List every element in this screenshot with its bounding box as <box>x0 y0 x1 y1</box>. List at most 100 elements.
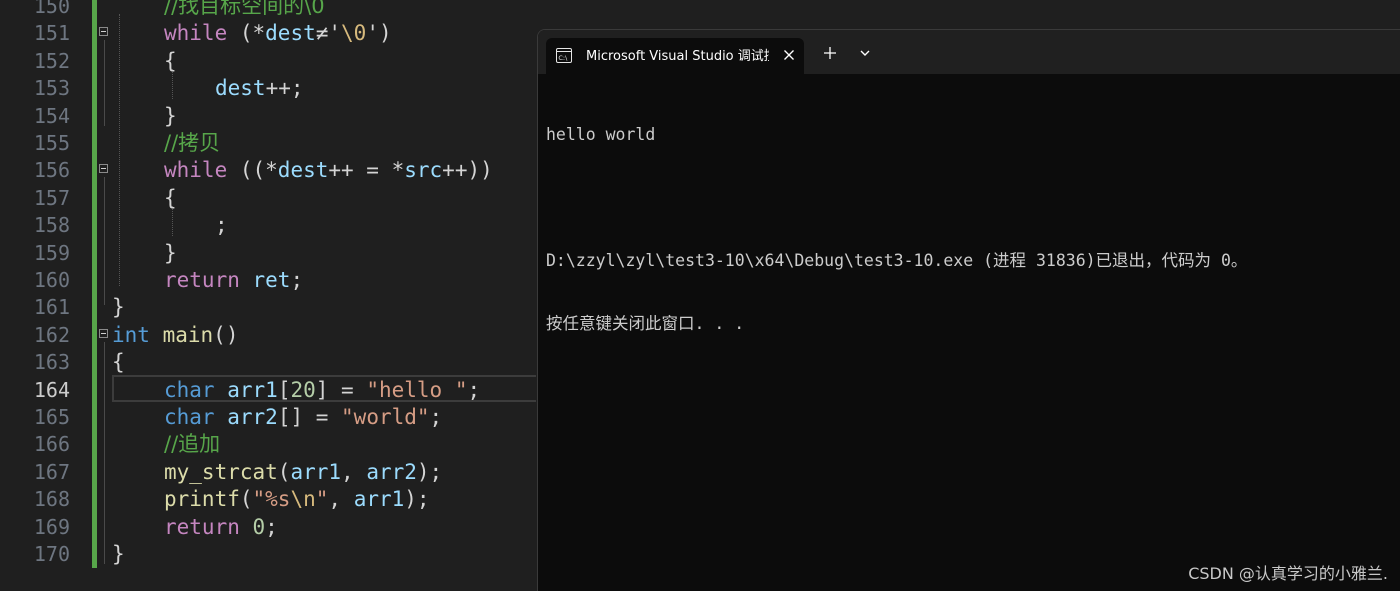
console-app-icon: C:\ <box>556 48 572 63</box>
plus-icon[interactable] <box>822 45 838 61</box>
line-number: 162 <box>33 322 70 347</box>
line-number: 166 <box>33 432 70 457</box>
code-token: ( <box>239 487 253 512</box>
code-token: return <box>164 268 240 292</box>
code-text: char arr1[20] = "hello "; <box>164 377 480 404</box>
code-text: //追加 <box>164 431 220 458</box>
code-token: { <box>164 48 177 73</box>
line-number: 157 <box>33 185 70 210</box>
code-token: ; <box>215 213 228 238</box>
console-titlebar[interactable]: C:\ Microsoft Visual Studio 调试控制台 <box>538 30 1400 74</box>
close-icon[interactable] <box>780 46 798 64</box>
code-token: 0 <box>252 514 266 539</box>
code-token: while <box>164 158 228 183</box>
code-line[interactable]: 150 //找目标空间的\0 <box>0 0 1400 20</box>
line-number: 150 <box>33 0 70 18</box>
code-token: arr2 <box>227 405 278 429</box>
code-token: ); <box>416 459 443 484</box>
code-token: , <box>328 487 354 512</box>
code-token: { <box>112 350 125 375</box>
code-text: printf("%s\n", arr1); <box>164 486 430 513</box>
code-text: { <box>112 349 125 376</box>
csdn-watermark: CSDN @认真学习的小雅兰. <box>1188 564 1388 583</box>
code-token: ; <box>429 405 443 429</box>
code-text: dest++; <box>215 75 304 102</box>
console-tab[interactable]: C:\ Microsoft Visual Studio 调试控制台 <box>546 38 804 74</box>
code-token: arr1 <box>227 377 278 402</box>
code-token: arr1 <box>290 459 342 484</box>
code-text: char arr2[] = "world"; <box>164 404 442 431</box>
code-token: } <box>164 240 177 265</box>
line-number: 152 <box>33 48 70 73</box>
code-text: while ((*dest++ = *src++)) <box>164 157 493 184</box>
code-text: return ret; <box>164 267 303 294</box>
svg-text:C:\: C:\ <box>558 54 568 62</box>
code-token: 20 <box>290 377 316 402</box>
line-number: 158 <box>33 213 70 238</box>
line-number: 164 <box>33 377 70 402</box>
code-text: { <box>164 185 177 212</box>
code-token: //拷贝 <box>164 131 221 155</box>
code-text: } <box>164 103 177 130</box>
line-number: 168 <box>33 487 70 512</box>
code-token: ); <box>404 487 430 512</box>
line-number: 165 <box>33 405 70 429</box>
code-token: \0 <box>341 21 367 46</box>
code-token: ; <box>467 377 481 402</box>
code-token: , <box>341 459 367 484</box>
code-token: ++ = * <box>328 158 405 183</box>
console-tab-title: Microsoft Visual Studio 调试控制台 <box>586 49 769 64</box>
code-text: ; <box>215 212 228 239</box>
line-number: 156 <box>33 158 70 183</box>
code-token: { <box>164 185 177 210</box>
code-token: return <box>164 514 240 539</box>
code-token: ++)) <box>442 158 493 183</box>
code-token: } <box>112 542 125 566</box>
code-token: dest <box>215 76 266 101</box>
code-token: " <box>315 487 329 512</box>
line-number: 163 <box>33 350 70 375</box>
debug-console-window[interactable]: C:\ Microsoft Visual Studio 调试控制台 hello … <box>537 29 1400 591</box>
code-token: printf <box>164 487 240 512</box>
console-output: hello world ​ D:\zzyl\zyl\test3-10\x64\D… <box>546 82 1396 376</box>
code-token: "%s <box>252 487 291 512</box>
code-token: dest <box>277 158 329 183</box>
code-token: (* <box>227 21 266 46</box>
code-text: while (*dest≠'\0') <box>164 20 392 47</box>
code-token: ≠' <box>315 21 342 46</box>
code-text: //找目标空间的\0 <box>164 0 325 20</box>
chevron-down-icon[interactable] <box>858 48 872 58</box>
code-token: while <box>164 21 228 46</box>
console-output-line: ​ <box>546 187 1396 208</box>
code-token: "world" <box>341 405 430 429</box>
code-token: my_strcat <box>164 459 278 484</box>
code-text: return 0; <box>164 514 278 541</box>
line-number: 160 <box>33 268 70 292</box>
code-token: [] = <box>277 405 342 429</box>
code-token: ; <box>265 514 278 539</box>
code-token: "hello " <box>366 377 468 402</box>
line-number: 161 <box>33 295 70 320</box>
code-token: ret <box>252 268 291 292</box>
line-number: 151 <box>33 21 70 46</box>
line-number: 167 <box>33 459 70 484</box>
console-output-line: D:\zzyl\zyl\test3-10\x64\Debug\test3-10.… <box>546 251 1248 270</box>
code-text: my_strcat(arr1, arr2); <box>164 459 442 486</box>
code-token: arr1 <box>353 487 405 512</box>
code-token: } <box>164 103 177 128</box>
code-token: ++; <box>265 76 304 101</box>
code-token: int <box>112 322 150 347</box>
code-text: //拷贝 <box>164 130 220 157</box>
code-token: () <box>213 322 239 347</box>
line-number: 170 <box>33 542 70 566</box>
code-token: [ <box>277 377 291 402</box>
code-token: char <box>164 405 215 429</box>
code-token: src <box>404 158 443 183</box>
line-number: 154 <box>33 103 70 128</box>
code-token: \n <box>290 487 316 512</box>
